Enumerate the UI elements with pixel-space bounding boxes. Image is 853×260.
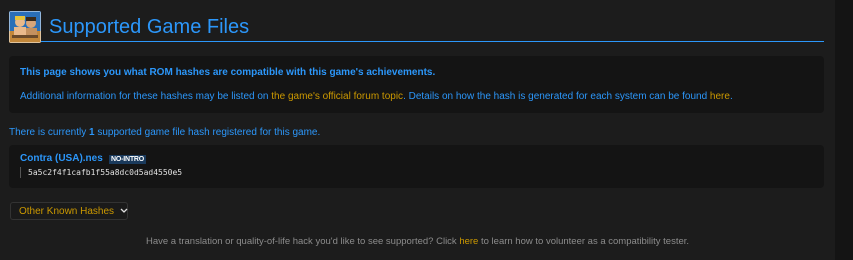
info-text-middle: . Details on how the hash is generated f… [403,91,710,102]
forum-topic-link[interactable]: the game's official forum topic [271,91,403,102]
footer-text: Have a translation or quality-of-life ha… [0,236,835,247]
footer-suffix: to learn how to volunteer as a compatibi… [478,236,690,247]
compatibility-tester-link[interactable]: here [459,236,478,247]
hash-list-item: Contra (USA).nes NO-INTRO 5a5c2f4f1cafb1… [9,145,824,188]
no-intro-badge: NO-INTRO [109,155,147,164]
info-text-suffix: . [729,91,733,102]
info-text: Additional information for these hashes … [20,91,733,102]
hash-file-name: Contra (USA).nes [20,153,103,164]
other-known-hashes-button[interactable]: Other Known Hashes [10,202,128,220]
game-box-art-icon [9,11,41,43]
other-known-hashes-label: Other Known Hashes [19,206,115,217]
info-text-prefix: Additional information for these hashes … [20,91,272,102]
hash-info-here-link[interactable]: here [710,91,730,102]
hash-value: 5a5c2f4f1cafb1f55a8dc0d5ad4550e5 [20,167,182,178]
page-header: Supported Game Files [9,9,824,43]
info-panel: This page shows you what ROM hashes are … [9,56,824,113]
page-title: Supported Game Files [49,16,250,38]
count-prefix: There is currently [9,127,90,138]
chevron-down-icon [120,208,128,214]
right-page-margin [835,0,853,260]
info-heading: This page shows you what ROM hashes are … [20,67,436,78]
hash-count-text: There is currently 1 supported game file… [9,127,320,138]
footer-prefix: Have a translation or quality-of-life ha… [145,236,460,247]
page-container: Supported Game Files This page shows you… [0,0,835,260]
count-suffix: supported game file hash registered for … [94,127,321,138]
